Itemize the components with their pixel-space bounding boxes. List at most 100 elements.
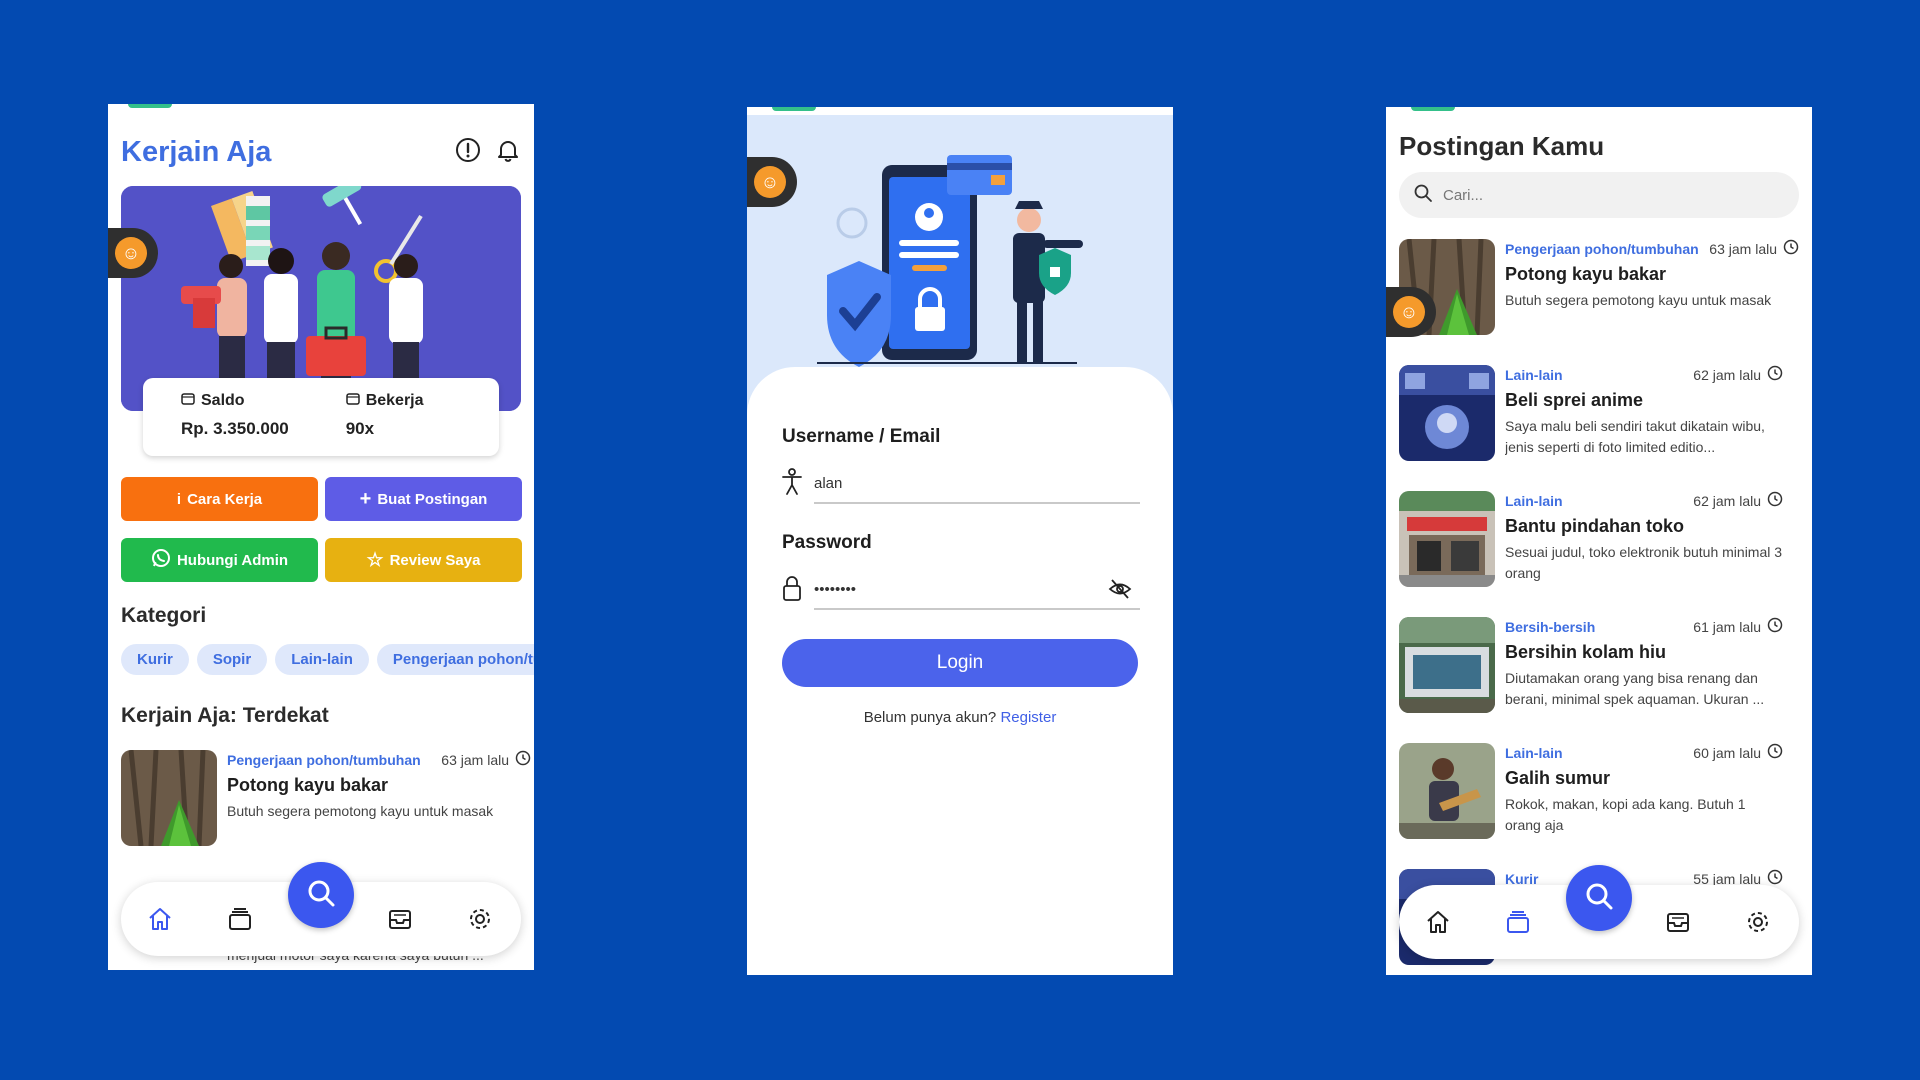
post-category: Lain-lain <box>1505 744 1563 761</box>
home-icon[interactable] <box>1423 907 1453 937</box>
bekerja-label: Bekerja <box>365 392 424 409</box>
login-button[interactable]: Login <box>782 639 1138 687</box>
post-title: Potong kayu bakar <box>1505 264 1667 284</box>
bell-icon[interactable] <box>495 137 521 168</box>
search-fab[interactable] <box>1566 865 1632 931</box>
search-icon <box>1413 183 1433 208</box>
post-title: Beli sprei anime <box>1505 390 1644 410</box>
balance-card: Saldo Rp. 3.350.000 Bekerja 90x <box>143 378 499 456</box>
eye-off-icon[interactable] <box>1108 578 1132 605</box>
inbox-icon[interactable] <box>385 904 415 934</box>
chip-kurir[interactable]: Kurir <box>121 644 189 675</box>
accessibility-icon: ☺ <box>754 166 786 198</box>
plus-icon: + <box>359 488 372 510</box>
login-screen: ☺ Username / Email alan Password •••••••… <box>747 107 1173 975</box>
post-category: Pengerjaan pohon/tumbuhan <box>1505 240 1699 257</box>
list-item[interactable]: Lain-lain 60 jam lalu Galih sumur Rokok,… <box>1399 743 1783 843</box>
search-icon <box>1583 880 1615 917</box>
chip-sopir[interactable]: Sopir <box>196 644 268 675</box>
person-icon <box>780 467 804 501</box>
kategori-title: Kategori <box>121 604 207 627</box>
password-value: •••••••• <box>814 580 857 598</box>
search-input[interactable]: Cari... <box>1399 172 1799 218</box>
info-small-icon: i <box>176 490 182 508</box>
password-input[interactable]: •••••••• <box>814 570 1140 610</box>
post-title: Potong kayu bakar <box>227 775 389 795</box>
search-placeholder: Cari... <box>1443 186 1484 204</box>
post-category: Lain-lain <box>1505 366 1563 383</box>
review-saya-button[interactable]: ☆ Review Saya <box>325 538 522 582</box>
saldo-value: Rp. 3.350.000 <box>181 419 289 438</box>
clock-icon <box>515 750 531 769</box>
register-link[interactable]: Register <box>1000 709 1056 726</box>
chip-pengerjaan-pohon[interactable]: Pengerjaan pohon/tumbuhan <box>376 644 534 675</box>
gear-icon[interactable] <box>1743 907 1773 937</box>
accessibility-button[interactable]: ☺ <box>1386 287 1436 337</box>
list-item[interactable]: Pengerjaan pohon/tumbuhan 63 jam lalu Po… <box>121 750 531 850</box>
accessibility-icon: ☺ <box>115 237 147 269</box>
post-description: Butuh segera pemotong kayu untuk masak <box>1505 292 1772 308</box>
post-thumbnail <box>1399 617 1495 713</box>
bekerja-value: 90x <box>345 419 375 438</box>
clock-icon <box>1767 491 1783 510</box>
list-item[interactable]: Lain-lain 62 jam lalu Beli sprei anime S… <box>1399 365 1783 465</box>
wallet-icon <box>345 392 360 410</box>
info-icon[interactable] <box>455 137 481 168</box>
gear-icon[interactable] <box>465 904 495 934</box>
wallet-icon <box>181 392 195 410</box>
post-description: Diutamakan orang yang bisa renang dan be… <box>1505 670 1765 707</box>
hubungi-admin-button[interactable]: Hubungi Admin <box>121 538 318 582</box>
post-thumbnail <box>1399 365 1495 461</box>
post-description: Sesuai judul, toko elektronik butuh mini… <box>1505 544 1783 581</box>
accessibility-button[interactable]: ☺ <box>108 228 158 278</box>
chip-lain-lain[interactable]: Lain-lain <box>275 644 369 675</box>
post-time: 62 jam lalu <box>1693 366 1761 383</box>
username-field[interactable]: alan <box>780 464 1140 504</box>
post-time: 63 jam lalu <box>441 751 509 768</box>
post-title: Bersihin kolam hiu <box>1505 642 1667 662</box>
category-chips: Kurir Sopir Lain-lain Pengerjaan pohon/t… <box>121 644 534 675</box>
password-label: Password <box>782 532 872 553</box>
username-input[interactable]: alan <box>814 464 1140 504</box>
no-account-text: Belum punya akun? <box>863 709 1001 726</box>
accessibility-button[interactable]: ☺ <box>747 157 797 207</box>
inbox-icon[interactable] <box>1663 907 1693 937</box>
my-posts-screen: Postingan Kamu Cari... Pengerjaan pohon/… <box>1386 107 1812 975</box>
post-title: Bantu pindahan toko <box>1505 516 1684 536</box>
post-title: Galih sumur <box>1505 768 1611 788</box>
page-title: Postingan Kamu <box>1399 131 1605 161</box>
app-title: Kerjain Aja <box>121 135 272 168</box>
username-label: Username / Email <box>782 426 941 447</box>
home-screen: Kerjain Aja ☺ Saldo Rp. 3.350.000 Bekerj… <box>108 104 534 970</box>
accessibility-icon: ☺ <box>1393 296 1425 328</box>
buat-postingan-button[interactable]: + Buat Postingan <box>325 477 522 521</box>
search-icon <box>305 877 337 914</box>
cara-kerja-button[interactable]: i Cara Kerja <box>121 477 318 521</box>
list-item[interactable]: Bersih-bersih 61 jam lalu Bersihin kolam… <box>1399 617 1783 717</box>
post-time: 60 jam lalu <box>1693 744 1761 761</box>
status-indicator <box>1411 107 1455 111</box>
cards-icon[interactable] <box>1503 907 1533 937</box>
list-item[interactable]: Pengerjaan pohon/tumbuhan 63 jam lalu Po… <box>1399 239 1799 339</box>
home-icon[interactable] <box>145 904 175 934</box>
post-category: Pengerjaan pohon/tumbuhan <box>227 751 421 768</box>
post-time: 63 jam lalu <box>1709 240 1777 257</box>
list-item[interactable]: Lain-lain 62 jam lalu Bantu pindahan tok… <box>1399 491 1783 591</box>
post-category: Lain-lain <box>1505 492 1563 509</box>
status-indicator <box>128 104 172 108</box>
post-thumbnail <box>1399 743 1495 839</box>
hubungi-admin-label: Hubungi Admin <box>176 551 289 569</box>
cards-icon[interactable] <box>225 904 255 934</box>
register-prompt: Belum punya akun? Register <box>747 709 1173 726</box>
status-indicator <box>772 107 816 111</box>
search-fab[interactable] <box>288 862 354 928</box>
post-description: Butuh segera pemotong kayu untuk masak <box>227 803 494 819</box>
post-time: 62 jam lalu <box>1693 492 1761 509</box>
clock-icon <box>1767 743 1783 762</box>
post-thumbnail <box>121 750 217 846</box>
whatsapp-icon <box>151 548 171 572</box>
post-time: 61 jam lalu <box>1693 618 1761 635</box>
saldo-label: Saldo <box>201 392 245 409</box>
post-category: Bersih-bersih <box>1505 618 1596 635</box>
password-field[interactable]: •••••••• <box>780 570 1140 610</box>
